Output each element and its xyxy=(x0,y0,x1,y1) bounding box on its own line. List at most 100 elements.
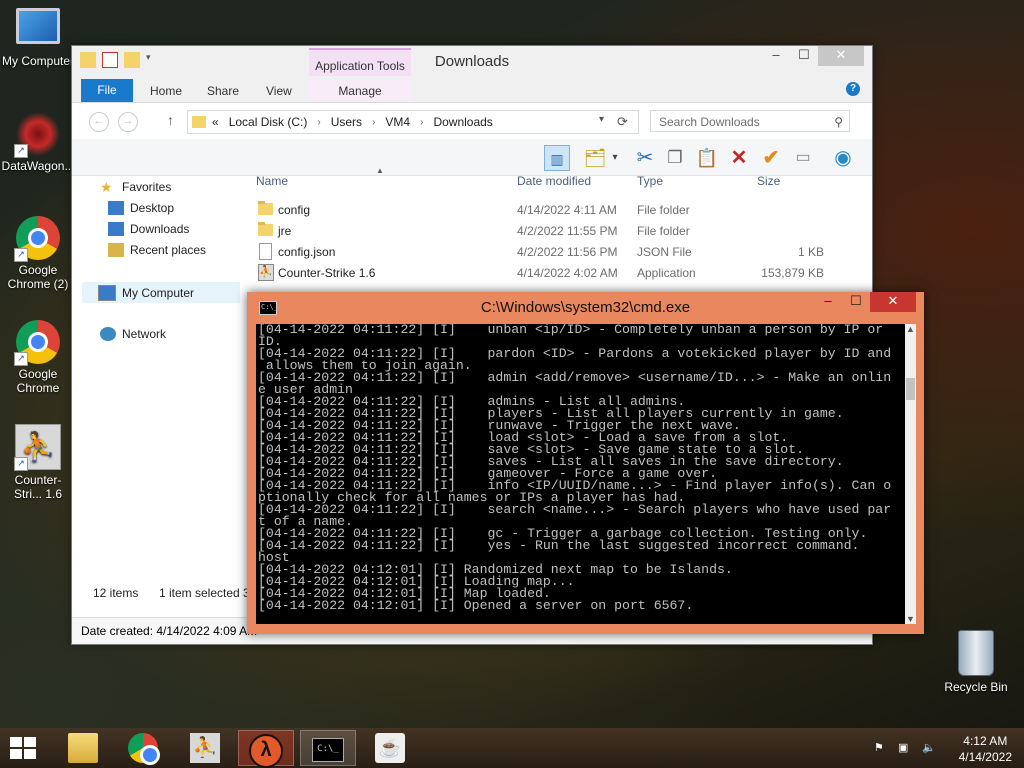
forward-button[interactable]: → xyxy=(118,112,138,132)
sidebar-item-recent-places[interactable]: Recent places xyxy=(108,243,206,257)
chevron-right-icon[interactable]: › xyxy=(317,117,320,128)
cmd-icon: C:\_ xyxy=(312,738,344,762)
folder-icon xyxy=(258,222,273,236)
taskbar-half-life[interactable]: λ xyxy=(238,730,294,768)
sidebar-item-favorites[interactable]: ★ Favorites xyxy=(100,180,171,194)
column-header-type[interactable]: Type xyxy=(637,174,663,188)
navigation-pane: ★ Favorites Desktop Downloads Recent pla… xyxy=(72,174,242,604)
table-row[interactable]: jre 4/2/2022 11:55 PM File folder xyxy=(248,221,868,242)
column-header-date[interactable]: Date modified xyxy=(517,174,591,188)
chevron-down-icon[interactable]: ▾ xyxy=(608,145,622,171)
copy-icon[interactable]: ❐ xyxy=(662,145,688,171)
scrollbar-thumb[interactable] xyxy=(906,378,915,400)
recycle-bin-icon xyxy=(958,630,994,676)
sidebar-item-my-computer[interactable]: My Computer xyxy=(82,282,240,303)
network-icon[interactable]: ▣ xyxy=(898,742,912,754)
breadcrumb-downloads[interactable]: Downloads xyxy=(433,115,492,129)
taskbar-counter-strike[interactable]: ⛹ xyxy=(177,730,233,766)
sidebar-item-label: Favorites xyxy=(122,180,172,194)
checkmark-icon[interactable]: ✔ xyxy=(758,145,784,171)
sidebar-item-downloads[interactable]: Downloads xyxy=(108,222,189,236)
chevron-right-icon[interactable]: › xyxy=(372,117,375,128)
taskbar-java[interactable]: ☕ xyxy=(362,730,418,766)
delete-icon[interactable]: ✕ xyxy=(726,145,752,171)
desktop-icon-my-computer[interactable]: My Computer xyxy=(0,8,76,68)
desktop-icon-label: DataWagon... xyxy=(1,159,75,173)
tab-home[interactable]: Home xyxy=(150,80,182,102)
close-button[interactable]: ✕ xyxy=(870,292,916,312)
explorer-titlebar[interactable]: ▾ Application Tools Downloads – ☐ ✕ xyxy=(72,46,872,78)
refresh-icon[interactable]: ⟳ xyxy=(617,114,628,130)
taskbar-explorer[interactable] xyxy=(55,730,111,766)
desktop-icon-datawagon[interactable]: ↗ DataWagon... xyxy=(0,112,76,173)
tab-share[interactable]: Share xyxy=(207,80,239,102)
address-dropdown-icon[interactable]: ▾ xyxy=(599,114,604,125)
breadcrumb-users[interactable]: Users xyxy=(331,115,362,129)
vertical-scrollbar[interactable]: ▲ ▼ xyxy=(905,324,916,624)
column-header-name[interactable]: Name xyxy=(256,174,288,188)
tab-manage[interactable]: Manage xyxy=(309,80,411,102)
shell-icon[interactable]: ◉ xyxy=(830,145,856,171)
breadcrumb-overflow[interactable]: « xyxy=(212,115,219,129)
cmd-window[interactable]: C:\_ C:\Windows\system32\cmd.exe – ☐ ✕ [… xyxy=(247,292,924,634)
maximize-button[interactable]: ☐ xyxy=(842,292,870,312)
cut-icon[interactable]: ✂ xyxy=(632,145,658,171)
computer-icon xyxy=(98,284,116,301)
scroll-up-icon[interactable]: ▲ xyxy=(905,324,916,334)
table-row[interactable]: config.json 4/2/2022 11:56 PM JSON File … xyxy=(248,242,868,263)
back-button[interactable]: ← xyxy=(89,112,109,132)
shortcut-arrow-icon: ↗ xyxy=(14,352,28,366)
file-type: File folder xyxy=(637,203,690,217)
taskbar-cmd[interactable]: C:\_ xyxy=(300,730,356,766)
scroll-down-icon[interactable]: ▼ xyxy=(905,614,916,624)
tab-file[interactable]: File xyxy=(81,79,133,102)
half-life-icon: λ xyxy=(249,734,283,768)
chevron-right-icon[interactable]: › xyxy=(420,117,423,128)
desktop-icon-chrome-2[interactable]: ↗ Google Chrome (2) xyxy=(0,216,76,291)
system-clock[interactable]: 4:12 AM 4/14/2022 xyxy=(959,733,1012,765)
minimize-button[interactable]: – xyxy=(814,292,842,312)
minimize-button[interactable]: – xyxy=(762,46,790,66)
sidebar-item-network[interactable]: Network xyxy=(100,327,166,341)
properties-icon[interactable]: 🗂 xyxy=(582,145,608,171)
folder-icon xyxy=(192,116,206,128)
table-row[interactable]: config 4/14/2022 4:11 AM File folder xyxy=(248,200,868,221)
up-button[interactable]: ↑ xyxy=(167,112,174,128)
downloads-icon xyxy=(108,222,124,236)
action-center-flag-icon[interactable]: ⚑ xyxy=(874,742,888,754)
console-output[interactable]: [04-14-2022 04:11:22] [I] unban <ip/ID> … xyxy=(256,324,905,624)
console-text: [04-14-2022 04:11:22] [I] unban <ip/ID> … xyxy=(258,324,892,613)
search-input[interactable]: Search Downloads ⚲ xyxy=(650,110,850,132)
shortcut-arrow-icon: ↗ xyxy=(14,248,28,262)
file-date: 4/2/2022 11:56 PM xyxy=(517,245,618,259)
desktop-icon-recycle-bin[interactable]: Recycle Bin xyxy=(940,630,1012,694)
address-bar[interactable]: « Local Disk (C:) › Users › VM4 › Downlo… xyxy=(187,110,639,134)
sidebar-item-desktop[interactable]: Desktop xyxy=(108,201,174,215)
sidebar-item-label: Downloads xyxy=(130,222,190,236)
java-icon: ☕ xyxy=(375,733,405,763)
volume-muted-icon[interactable]: 🔈 xyxy=(922,742,936,754)
windows-logo-icon xyxy=(24,737,36,747)
rename-icon[interactable]: ▭ xyxy=(790,145,816,171)
help-icon[interactable]: ? xyxy=(846,82,860,96)
sidebar-item-label: Desktop xyxy=(130,201,175,215)
file-name: jre xyxy=(278,224,292,238)
file-explorer-icon xyxy=(68,733,98,763)
breadcrumb-local-disk[interactable]: Local Disk (C:) xyxy=(229,115,308,129)
maximize-button[interactable]: ☐ xyxy=(790,46,818,66)
counter-strike-icon: ⛹ ↗ xyxy=(14,424,61,471)
paste-icon[interactable]: 📋 xyxy=(694,145,720,171)
preview-pane-icon[interactable]: ▥ xyxy=(544,145,570,171)
table-row[interactable]: ⛹ Counter-Strike 1.6 4/14/2022 4:02 AM A… xyxy=(248,263,868,284)
taskbar-chrome[interactable] xyxy=(115,730,171,766)
desktop-icon-counter-strike[interactable]: ⛹ ↗ Counter-Stri... 1.6 xyxy=(0,424,76,501)
breadcrumb-vm4[interactable]: VM4 xyxy=(385,115,410,129)
chrome-icon: ↗ xyxy=(14,320,60,366)
window-title: Downloads xyxy=(434,53,510,70)
close-button[interactable]: ✕ xyxy=(818,46,864,66)
search-icon[interactable]: ⚲ xyxy=(834,111,843,133)
desktop-icon-chrome[interactable]: ↗ Google Chrome xyxy=(0,320,76,395)
start-button[interactable] xyxy=(10,737,38,759)
column-header-size[interactable]: Size xyxy=(757,174,780,188)
tab-view[interactable]: View xyxy=(266,80,292,102)
